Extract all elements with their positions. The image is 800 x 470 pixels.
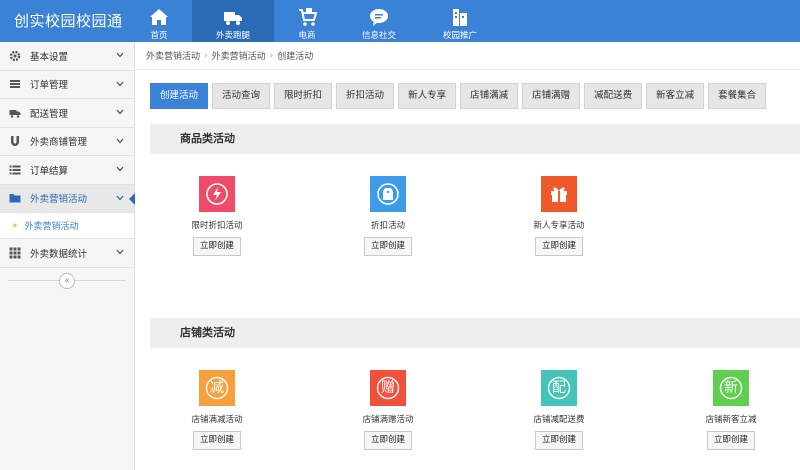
delivery-badge-icon: 配 bbox=[541, 370, 577, 406]
breadcrumb: 外卖营销活动 › 外卖营销活动 › 创建活动 bbox=[136, 42, 800, 70]
card-label: 限时折扣活动 bbox=[191, 221, 243, 231]
create-now-button[interactable]: 立即创建 bbox=[363, 237, 412, 256]
chevron-down-icon bbox=[116, 249, 124, 255]
nav-delivery[interactable]: 外卖跑腿 bbox=[192, 0, 274, 42]
gift-badge-icon: 赠 bbox=[370, 370, 406, 406]
folder-icon bbox=[9, 194, 21, 203]
sidebar-item-basic-settings[interactable]: 基本设置 bbox=[0, 42, 134, 71]
breadcrumb-current: 创建活动 bbox=[277, 52, 314, 62]
breadcrumb-separator: › bbox=[269, 50, 274, 61]
create-now-button[interactable]: 立即创建 bbox=[534, 431, 583, 450]
order-list-icon bbox=[10, 80, 20, 89]
chat-bubble-icon bbox=[370, 9, 388, 26]
sidebar-collapse-row: « bbox=[0, 268, 134, 294]
card-label: 店铺减配送费 bbox=[533, 415, 585, 425]
activity-card-shop-full-gift: 赠 店铺满赠活动 立即创建 bbox=[333, 370, 443, 450]
sidebar-item-label: 订单管理 bbox=[30, 80, 69, 92]
create-now-button[interactable]: 立即创建 bbox=[534, 237, 583, 256]
breadcrumb-item[interactable]: 外卖营销活动 bbox=[146, 49, 200, 62]
tab-new-customer-reduction[interactable]: 新客立减 bbox=[646, 83, 705, 109]
nav-home[interactable]: 首页 bbox=[127, 0, 191, 42]
card-label: 店铺满赠活动 bbox=[362, 415, 414, 425]
sidebar-item-delivery-management[interactable]: 配送管理 bbox=[0, 99, 134, 128]
delivery-truck-icon bbox=[224, 12, 242, 25]
sidebar-item-label: 外卖商铺管理 bbox=[30, 137, 88, 149]
sidebar-item-order-settlement[interactable]: 订单结算 bbox=[0, 156, 134, 185]
create-now-button[interactable]: 立即创建 bbox=[192, 237, 241, 256]
sidebar-item-shop-management[interactable]: 外卖商铺管理 bbox=[0, 128, 134, 156]
section-title-shop-activities: 店铺类活动 bbox=[150, 318, 800, 348]
tab-bar: 创建活动 活动查询 限时折扣 折扣活动 新人专享 店铺满减 店铺满赠 减配送费 … bbox=[150, 83, 770, 109]
create-now-button[interactable]: 立即创建 bbox=[363, 431, 412, 450]
magnet-icon bbox=[11, 136, 19, 147]
brand-title: 创实校园校园通 bbox=[14, 12, 123, 30]
activity-card-delivery-fee-reduction: 配 店铺减配送费 立即创建 bbox=[504, 370, 614, 450]
price-tag-icon bbox=[370, 176, 406, 212]
sidebar-item-label: 外卖营销活动 bbox=[30, 194, 88, 206]
sidebar-item-label: 配送管理 bbox=[30, 108, 69, 120]
activity-card-new-user: 新人专享活动 立即创建 bbox=[504, 176, 614, 256]
chevron-down-icon bbox=[116, 166, 124, 172]
sidebar-subitem-marketing[interactable]: » 外卖营销活动 bbox=[0, 213, 134, 239]
card-label: 店铺满减活动 bbox=[191, 415, 243, 425]
chevron-down-icon bbox=[116, 81, 124, 86]
card-label: 新人专享活动 bbox=[533, 221, 585, 231]
chevron-down-icon bbox=[116, 195, 124, 200]
activity-card-shop-full-reduction: 减 店铺满减活动 立即创建 bbox=[162, 370, 272, 450]
nav-home-label: 首页 bbox=[150, 31, 168, 41]
breadcrumb-separator: › bbox=[204, 50, 208, 61]
sidebar: 基本设置 订单管理 配送管理 外卖商铺管理 订单结算 外卖营销活动 » 外卖营销… bbox=[0, 42, 135, 470]
nav-promotion[interactable]: 校园推广 bbox=[425, 0, 495, 42]
grid-icon bbox=[9, 247, 21, 259]
lightning-icon bbox=[199, 176, 235, 212]
tab-combo-set[interactable]: 套餐集合 bbox=[708, 83, 767, 109]
gift-icon bbox=[541, 176, 577, 212]
nav-delivery-label: 外卖跑腿 bbox=[215, 31, 250, 41]
gear-icon bbox=[9, 50, 21, 61]
sidebar-item-label: 订单结算 bbox=[30, 165, 69, 177]
tab-create-activity[interactable]: 创建活动 bbox=[150, 83, 209, 109]
discount-icon: 减 bbox=[199, 370, 235, 406]
activity-card-flash-discount: 限时折扣活动 立即创建 bbox=[162, 176, 272, 256]
cart-icon bbox=[299, 8, 318, 26]
new-customer-icon: 新 bbox=[713, 370, 749, 406]
truck-icon bbox=[9, 109, 21, 118]
tab-delivery-fee-reduction[interactable]: 减配送费 bbox=[584, 83, 643, 109]
sidebar-item-label: 外卖数据统计 bbox=[30, 248, 88, 260]
activity-card-discount: 折扣活动 立即创建 bbox=[333, 176, 443, 256]
list-icon bbox=[9, 165, 21, 175]
double-arrow-icon: » bbox=[12, 220, 18, 231]
sidebar-subitem-label: 外卖营销活动 bbox=[24, 222, 79, 232]
sidebar-item-marketing[interactable]: 外卖营销活动 bbox=[0, 184, 135, 213]
tab-activity-query[interactable]: 活动查询 bbox=[212, 83, 271, 109]
activity-card-new-customer-reduction: 新 店铺新客立减 立即创建 bbox=[676, 370, 786, 450]
section-title-product-activities: 商品类活动 bbox=[150, 124, 800, 154]
create-now-button[interactable]: 立即创建 bbox=[192, 431, 241, 450]
tab-new-user[interactable]: 新人专享 bbox=[398, 83, 457, 109]
sidebar-item-order-management[interactable]: 订单管理 bbox=[0, 71, 134, 99]
nav-promotion-label: 校园推广 bbox=[442, 31, 477, 41]
collapse-sidebar-button[interactable]: « bbox=[59, 272, 75, 289]
chevron-down-icon bbox=[116, 52, 124, 58]
sidebar-item-statistics[interactable]: 外卖数据统计 bbox=[0, 239, 134, 268]
building-icon bbox=[453, 9, 467, 26]
top-navbar: 创实校园校园通 首页 外卖跑腿 电商 信息社交 校园推广 bbox=[0, 0, 800, 42]
chevron-down-icon bbox=[116, 138, 124, 143]
breadcrumb-item[interactable]: 外卖营销活动 bbox=[212, 49, 266, 62]
card-label: 店铺新客立减 bbox=[705, 415, 757, 425]
nav-social[interactable]: 信息社交 bbox=[347, 0, 411, 42]
nav-ecommerce[interactable]: 电商 bbox=[275, 0, 339, 42]
card-label: 折扣活动 bbox=[370, 221, 405, 231]
tab-flash-discount[interactable]: 限时折扣 bbox=[274, 83, 333, 109]
nav-social-label: 信息社交 bbox=[361, 31, 396, 41]
tab-discount[interactable]: 折扣活动 bbox=[336, 83, 395, 109]
tab-shop-full-gift[interactable]: 店铺满赠 bbox=[522, 83, 581, 109]
create-now-button[interactable]: 立即创建 bbox=[706, 431, 755, 450]
tab-shop-full-reduction[interactable]: 店铺满减 bbox=[460, 83, 519, 109]
nav-ecommerce-label: 电商 bbox=[298, 31, 316, 41]
home-icon bbox=[150, 9, 168, 25]
chevron-down-icon bbox=[116, 109, 124, 115]
sidebar-item-label: 基本设置 bbox=[30, 51, 69, 63]
